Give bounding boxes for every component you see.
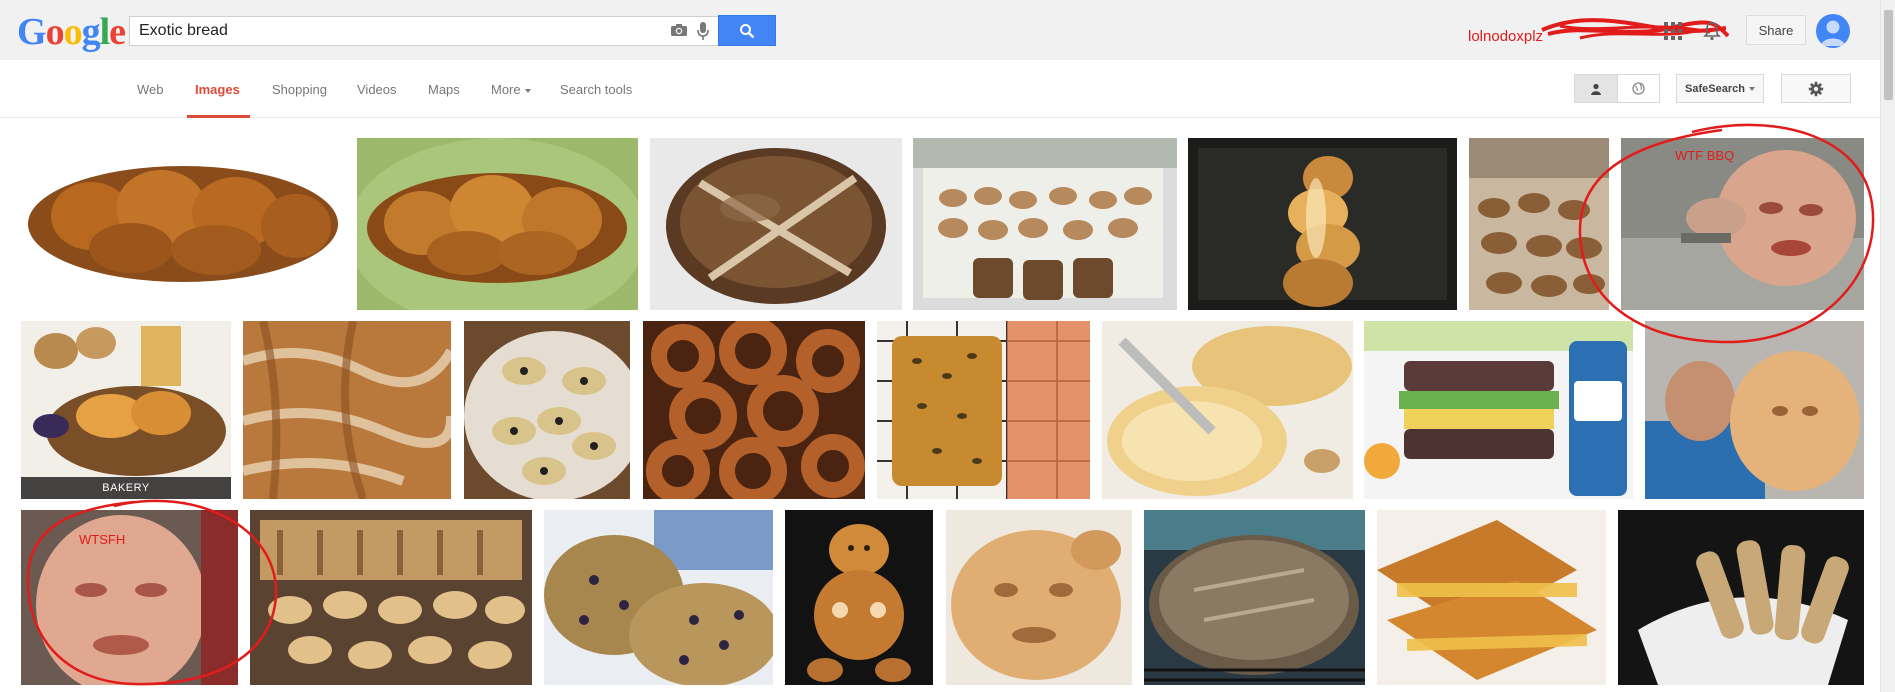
image-result[interactable]	[250, 510, 532, 685]
tab-shopping[interactable]: Shopping	[272, 82, 327, 97]
bread-table-image	[1469, 138, 1609, 310]
simit-rings-image	[643, 321, 865, 499]
doll-bread-image	[785, 510, 933, 685]
sliced-loaf-image	[1102, 321, 1353, 499]
face-bread-person-image	[1645, 321, 1864, 499]
share-button[interactable]: Share	[1746, 15, 1806, 45]
challah-on-green-plate-image	[357, 138, 638, 310]
logo-letter: l	[99, 11, 111, 53]
blueberry-bread-image	[544, 510, 773, 685]
face-image	[1621, 138, 1864, 310]
personal-results-button[interactable]	[1575, 75, 1618, 102]
microphone-icon[interactable]	[696, 21, 710, 41]
logo-letter: o	[63, 11, 83, 53]
image-result[interactable]	[1377, 510, 1606, 685]
bread-stall-image	[250, 510, 532, 685]
logo-letter: e	[109, 11, 126, 53]
image-result[interactable]	[1364, 321, 1633, 499]
round-loaf-image	[650, 138, 902, 310]
page-scrollbar[interactable]	[1880, 0, 1895, 692]
tab-search-tools[interactable]: Search tools	[560, 82, 632, 97]
annotation-text: WTF BBQ	[1675, 148, 1735, 163]
global-results-button[interactable]	[1618, 75, 1660, 102]
image-result[interactable]	[1102, 321, 1353, 499]
globe-icon	[1632, 82, 1645, 95]
bakery-basket-image	[21, 321, 231, 499]
user-name-label: lolnodoxplz	[1468, 28, 1544, 45]
results-scope-toggle	[1574, 74, 1660, 103]
avatar[interactable]	[1816, 14, 1850, 48]
tab-maps[interactable]: Maps	[428, 82, 460, 97]
safesearch-label: SafeSearch	[1685, 82, 1745, 95]
tab-more[interactable]: More	[491, 82, 531, 97]
tab-more-label: More	[491, 82, 521, 97]
search-button[interactable]	[718, 15, 776, 46]
logo-letter: G	[17, 11, 47, 53]
image-result[interactable]	[464, 321, 630, 499]
tab-web[interactable]: Web	[137, 82, 164, 97]
search-input[interactable]	[130, 17, 650, 45]
search-results-page: Google lolnodoxplz	[0, 0, 1895, 692]
image-result[interactable]	[1144, 510, 1365, 685]
image-result[interactable]	[1469, 138, 1609, 310]
seeded-loaf-image	[877, 321, 1090, 499]
scrollbar-thumb[interactable]	[1884, 10, 1893, 100]
notifications-bell-icon[interactable]	[1703, 21, 1721, 41]
image-result[interactable]	[913, 138, 1177, 310]
cheese-toast-image	[1377, 510, 1606, 685]
image-result[interactable]	[650, 138, 902, 310]
google-logo[interactable]: Google	[17, 10, 126, 54]
top-bar: Google lolnodoxplz	[0, 0, 1880, 60]
image-result[interactable]: BAKERY	[21, 321, 231, 499]
gluten-free-sandwich-image	[1364, 321, 1633, 499]
bread-basket-image	[1618, 510, 1864, 685]
image-result[interactable]	[946, 510, 1132, 685]
safesearch-dropdown[interactable]: SafeSearch	[1676, 74, 1764, 103]
image-result[interactable]	[243, 321, 451, 499]
active-tab-indicator	[187, 115, 250, 118]
face-image	[21, 510, 238, 685]
annotation-text: WTSFH	[79, 532, 126, 547]
glowing-braid-image	[1188, 138, 1457, 310]
image-result[interactable]: WTSFH	[21, 510, 238, 685]
person-icon	[1590, 83, 1601, 95]
tab-images[interactable]: Images	[195, 82, 240, 97]
image-result[interactable]	[877, 321, 1090, 499]
chevron-down-icon	[1748, 86, 1755, 91]
tab-videos[interactable]: Videos	[357, 82, 397, 97]
face-bread-image	[946, 510, 1132, 685]
image-result[interactable]	[544, 510, 773, 685]
image-result[interactable]	[1618, 510, 1864, 685]
crusty-texture-image	[243, 321, 451, 499]
image-result[interactable]	[21, 138, 345, 310]
search-box	[129, 16, 718, 46]
user-silhouette-icon	[1821, 20, 1845, 46]
dark-loaf-image	[1144, 510, 1365, 685]
camera-icon[interactable]	[670, 23, 688, 37]
image-caption: BAKERY	[21, 477, 231, 499]
chevron-down-icon	[524, 88, 531, 93]
topped-flatbread-image	[464, 321, 630, 499]
braided-challah-image	[21, 138, 345, 310]
redaction-scribble	[1541, 18, 1730, 40]
image-result[interactable]	[1645, 321, 1864, 499]
image-result[interactable]	[357, 138, 638, 310]
apps-grid-icon[interactable]	[1664, 22, 1682, 40]
image-result[interactable]: WTF BBQ	[1621, 138, 1864, 310]
logo-letter: g	[81, 11, 101, 53]
settings-button[interactable]	[1781, 74, 1851, 103]
search-nav: Web Images Shopping Videos Maps More Sea…	[0, 60, 1880, 118]
gear-icon	[1808, 81, 1824, 96]
image-result[interactable]	[785, 510, 933, 685]
image-result[interactable]	[643, 321, 865, 499]
image-result[interactable]	[1188, 138, 1457, 310]
search-icon	[740, 23, 755, 38]
bakery-display-image	[913, 138, 1177, 310]
logo-letter: o	[45, 11, 65, 53]
